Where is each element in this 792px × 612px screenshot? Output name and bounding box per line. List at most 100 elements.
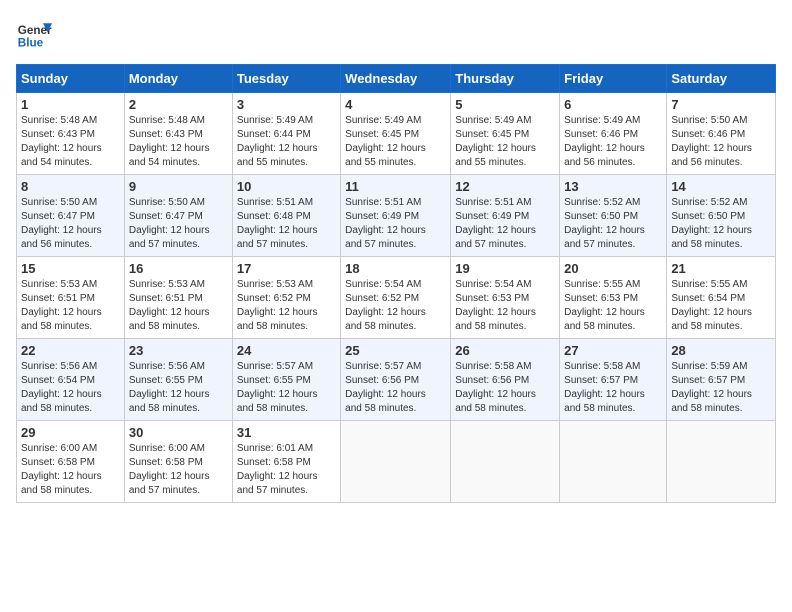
day-info: Sunrise: 5:50 AM Sunset: 6:47 PM Dayligh… xyxy=(129,196,228,252)
calendar-cell: 30 Sunrise: 6:00 AM Sunset: 6:58 PM Dayli… xyxy=(124,421,232,503)
calendar-cell: 28 Sunrise: 5:59 AM Sunset: 6:57 PM Dayli… xyxy=(667,339,776,421)
calendar-cell xyxy=(341,421,451,503)
day-number: 10 xyxy=(237,179,336,194)
day-header-monday: Monday xyxy=(124,65,232,93)
day-number: 18 xyxy=(345,261,446,276)
calendar-cell: 8Sunrise: 5:50 AM Sunset: 6:47 PM Daylig… xyxy=(17,175,125,257)
day-number: 29 xyxy=(21,425,120,440)
day-number: 1 xyxy=(21,97,120,112)
calendar-cell: 25 Sunrise: 5:57 AM Sunset: 6:56 PM Dayli… xyxy=(341,339,451,421)
calendar-cell: 17 Sunrise: 5:53 AM Sunset: 6:52 PM Dayli… xyxy=(232,257,340,339)
day-header-wednesday: Wednesday xyxy=(341,65,451,93)
day-info: Sunrise: 5:56 AM Sunset: 6:54 PM Dayligh… xyxy=(21,360,120,416)
day-number: 20 xyxy=(564,261,662,276)
logo-icon: General Blue xyxy=(16,16,52,52)
day-number: 2 xyxy=(129,97,228,112)
calendar-cell xyxy=(560,421,667,503)
calendar-cell: 4 Sunrise: 5:49 AM Sunset: 6:45 PM Daylig… xyxy=(341,93,451,175)
calendar-cell: 11Sunrise: 5:51 AM Sunset: 6:49 PM Dayli… xyxy=(341,175,451,257)
day-header-friday: Friday xyxy=(560,65,667,93)
day-number: 12 xyxy=(455,179,555,194)
day-number: 17 xyxy=(237,261,336,276)
calendar-cell: 9 Sunrise: 5:50 AM Sunset: 6:47 PM Daylig… xyxy=(124,175,232,257)
day-info: Sunrise: 5:53 AM Sunset: 6:52 PM Dayligh… xyxy=(237,278,336,334)
day-info: Sunrise: 5:54 AM Sunset: 6:52 PM Dayligh… xyxy=(345,278,446,334)
day-number: 8 xyxy=(21,179,120,194)
day-info: Sunrise: 6:00 AM Sunset: 6:58 PM Dayligh… xyxy=(129,442,228,498)
calendar-week-5: 29 Sunrise: 6:00 AM Sunset: 6:58 PM Dayli… xyxy=(17,421,776,503)
day-info: Sunrise: 5:51 AM Sunset: 6:49 PM Dayligh… xyxy=(345,196,446,252)
day-number: 23 xyxy=(129,343,228,358)
day-number: 27 xyxy=(564,343,662,358)
calendar-cell: 27 Sunrise: 5:58 AM Sunset: 6:57 PM Dayli… xyxy=(560,339,667,421)
calendar-cell: 18 Sunrise: 5:54 AM Sunset: 6:52 PM Dayli… xyxy=(341,257,451,339)
day-info: Sunrise: 5:49 AM Sunset: 6:45 PM Dayligh… xyxy=(345,114,446,170)
day-number: 4 xyxy=(345,97,446,112)
day-number: 30 xyxy=(129,425,228,440)
day-info: Sunrise: 5:54 AM Sunset: 6:53 PM Dayligh… xyxy=(455,278,555,334)
calendar-cell: 19 Sunrise: 5:54 AM Sunset: 6:53 PM Dayli… xyxy=(451,257,560,339)
calendar-cell: 21 Sunrise: 5:55 AM Sunset: 6:54 PM Dayli… xyxy=(667,257,776,339)
day-number: 9 xyxy=(129,179,228,194)
day-header-thursday: Thursday xyxy=(451,65,560,93)
day-number: 31 xyxy=(237,425,336,440)
day-number: 22 xyxy=(21,343,120,358)
calendar-cell: 15 Sunrise: 5:53 AM Sunset: 6:51 PM Dayli… xyxy=(17,257,125,339)
day-info: Sunrise: 5:49 AM Sunset: 6:45 PM Dayligh… xyxy=(455,114,555,170)
day-info: Sunrise: 5:55 AM Sunset: 6:54 PM Dayligh… xyxy=(671,278,771,334)
calendar-cell: 31 Sunrise: 6:01 AM Sunset: 6:58 PM Dayli… xyxy=(232,421,340,503)
day-number: 26 xyxy=(455,343,555,358)
calendar-cell: 13Sunrise: 5:52 AM Sunset: 6:50 PM Dayli… xyxy=(560,175,667,257)
day-number: 21 xyxy=(671,261,771,276)
calendar-cell: 26 Sunrise: 5:58 AM Sunset: 6:56 PM Dayli… xyxy=(451,339,560,421)
day-info: Sunrise: 5:59 AM Sunset: 6:57 PM Dayligh… xyxy=(671,360,771,416)
calendar-cell: 12Sunrise: 5:51 AM Sunset: 6:49 PM Dayli… xyxy=(451,175,560,257)
calendar-cell: 5 Sunrise: 5:49 AM Sunset: 6:45 PM Daylig… xyxy=(451,93,560,175)
day-number: 24 xyxy=(237,343,336,358)
day-info: Sunrise: 5:58 AM Sunset: 6:56 PM Dayligh… xyxy=(455,360,555,416)
calendar-cell: 23 Sunrise: 5:56 AM Sunset: 6:55 PM Dayli… xyxy=(124,339,232,421)
day-header-tuesday: Tuesday xyxy=(232,65,340,93)
day-info: Sunrise: 5:58 AM Sunset: 6:57 PM Dayligh… xyxy=(564,360,662,416)
day-info: Sunrise: 5:55 AM Sunset: 6:53 PM Dayligh… xyxy=(564,278,662,334)
day-info: Sunrise: 5:49 AM Sunset: 6:44 PM Dayligh… xyxy=(237,114,336,170)
svg-text:Blue: Blue xyxy=(18,37,44,50)
calendar-cell: 22 Sunrise: 5:56 AM Sunset: 6:54 PM Dayli… xyxy=(17,339,125,421)
calendar-cell: 24 Sunrise: 5:57 AM Sunset: 6:55 PM Dayli… xyxy=(232,339,340,421)
day-info: Sunrise: 6:00 AM Sunset: 6:58 PM Dayligh… xyxy=(21,442,120,498)
day-number: 6 xyxy=(564,97,662,112)
calendar-week-4: 22 Sunrise: 5:56 AM Sunset: 6:54 PM Dayli… xyxy=(17,339,776,421)
day-info: Sunrise: 5:56 AM Sunset: 6:55 PM Dayligh… xyxy=(129,360,228,416)
day-info: Sunrise: 5:53 AM Sunset: 6:51 PM Dayligh… xyxy=(129,278,228,334)
calendar-week-1: 1 Sunrise: 5:48 AM Sunset: 6:43 PM Daylig… xyxy=(17,93,776,175)
day-info: Sunrise: 5:48 AM Sunset: 6:43 PM Dayligh… xyxy=(21,114,120,170)
calendar-cell: 14 Sunrise: 5:52 AM Sunset: 6:50 PM Dayli… xyxy=(667,175,776,257)
calendar-cell: 29 Sunrise: 6:00 AM Sunset: 6:58 PM Dayli… xyxy=(17,421,125,503)
day-info: Sunrise: 5:48 AM Sunset: 6:43 PM Dayligh… xyxy=(129,114,228,170)
calendar-week-2: 8 Sunrise: 5:50 AM Sunset: 6:47 PM Daylig… xyxy=(17,175,776,257)
day-header-sunday: Sunday xyxy=(17,65,125,93)
calendar-cell xyxy=(451,421,560,503)
day-number: 15 xyxy=(21,261,120,276)
calendar-cell: 6Sunrise: 5:49 AM Sunset: 6:46 PM Daylig… xyxy=(560,93,667,175)
day-info: Sunrise: 5:53 AM Sunset: 6:51 PM Dayligh… xyxy=(21,278,120,334)
day-number: 19 xyxy=(455,261,555,276)
day-number: 5 xyxy=(455,97,555,112)
day-number: 16 xyxy=(129,261,228,276)
day-info: Sunrise: 5:52 AM Sunset: 6:50 PM Dayligh… xyxy=(564,196,662,252)
day-info: Sunrise: 5:57 AM Sunset: 6:55 PM Dayligh… xyxy=(237,360,336,416)
calendar-week-3: 15 Sunrise: 5:53 AM Sunset: 6:51 PM Dayli… xyxy=(17,257,776,339)
day-number: 14 xyxy=(671,179,771,194)
calendar-cell xyxy=(667,421,776,503)
day-number: 28 xyxy=(671,343,771,358)
calendar-cell: 1 Sunrise: 5:48 AM Sunset: 6:43 PM Daylig… xyxy=(17,93,125,175)
calendar-cell: 3 Sunrise: 5:49 AM Sunset: 6:44 PM Daylig… xyxy=(232,93,340,175)
day-number: 3 xyxy=(237,97,336,112)
day-number: 7 xyxy=(671,97,771,112)
calendar-cell: 2 Sunrise: 5:48 AM Sunset: 6:43 PM Daylig… xyxy=(124,93,232,175)
day-number: 25 xyxy=(345,343,446,358)
day-info: Sunrise: 6:01 AM Sunset: 6:58 PM Dayligh… xyxy=(237,442,336,498)
calendar-body: 1 Sunrise: 5:48 AM Sunset: 6:43 PM Daylig… xyxy=(17,93,776,503)
day-info: Sunrise: 5:52 AM Sunset: 6:50 PM Dayligh… xyxy=(671,196,771,252)
day-info: Sunrise: 5:57 AM Sunset: 6:56 PM Dayligh… xyxy=(345,360,446,416)
